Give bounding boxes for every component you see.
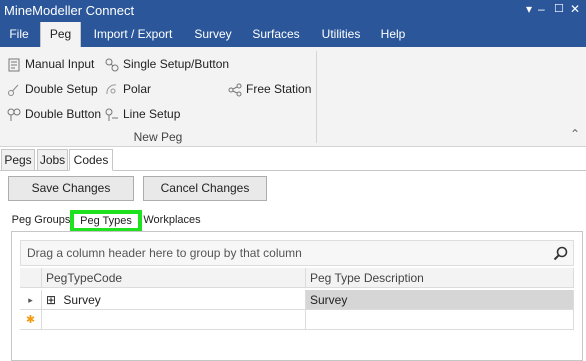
cancel-changes-button[interactable]: Cancel Changes: [143, 176, 267, 201]
tab-pegs[interactable]: Pegs: [1, 149, 35, 171]
new-row[interactable]: ✱: [20, 310, 574, 330]
double-setup-label: Double Setup: [25, 82, 98, 96]
single-setup-button[interactable]: Single Setup/Button: [104, 54, 229, 74]
window-title: MineModeller Connect: [4, 3, 135, 18]
grid-header-row: PegTypeCode Peg Type Description: [20, 268, 574, 288]
ribbon: Manual Input Single Setup/Button Double …: [0, 47, 586, 147]
free-station-icon: [227, 82, 243, 98]
cell-code-text: Survey: [63, 293, 101, 307]
collapse-ribbon-icon[interactable]: ⌃: [570, 127, 580, 141]
cell-description[interactable]: Survey: [306, 290, 574, 310]
tab-peg-groups[interactable]: Peg Groups: [10, 210, 72, 232]
new-cell-code[interactable]: [42, 310, 306, 330]
polar-label: Polar: [123, 82, 152, 96]
pin-icon[interactable]: ▾: [526, 2, 532, 16]
top-tabs: Pegs Jobs Codes: [0, 149, 586, 171]
maximize-button[interactable]: ☐: [554, 2, 564, 15]
menu-file[interactable]: File: [0, 22, 38, 47]
sub-tabs: Peg Groups Peg Types Workplaces: [0, 210, 586, 232]
search-icon[interactable]: [553, 246, 569, 270]
minimize-button[interactable]: –: [538, 2, 545, 16]
menu-help[interactable]: Help: [372, 22, 414, 47]
polar-icon: [104, 82, 120, 98]
save-changes-button[interactable]: Save Changes: [8, 176, 134, 201]
line-setup-label: Line Setup: [123, 107, 181, 121]
menu-survey[interactable]: Survey: [184, 22, 242, 47]
title-bar: MineModeller Connect ▾ – ☐ ✕: [0, 0, 586, 22]
double-button-label: Double Button: [25, 107, 102, 121]
double-setup-button[interactable]: Double Setup: [6, 79, 98, 99]
survey-node-icon: [104, 57, 120, 73]
row-indicator-header: [20, 268, 42, 288]
tab-workplaces[interactable]: Workplaces: [142, 210, 202, 232]
menu-bar: File Peg Import / Export Survey Surfaces…: [0, 22, 586, 47]
menu-utilities[interactable]: Utilities: [312, 22, 370, 47]
free-station-button[interactable]: Free Station: [227, 79, 311, 99]
column-header-code[interactable]: PegTypeCode: [42, 268, 306, 288]
polar-button[interactable]: Polar: [104, 79, 151, 99]
ribbon-group-label: New Peg: [133, 130, 183, 144]
expand-icon[interactable]: ⊞: [46, 293, 56, 307]
single-setup-label: Single Setup/Button: [123, 57, 230, 71]
group-panel[interactable]: Drag a column header here to group by th…: [20, 240, 574, 266]
tab-jobs[interactable]: Jobs: [37, 149, 68, 171]
manual-input-button[interactable]: Manual Input: [6, 54, 94, 74]
new-row-icon: ✱: [20, 310, 42, 330]
notepad-icon: [6, 57, 22, 73]
double-setup-icon: [6, 82, 22, 98]
menu-peg[interactable]: Peg: [40, 22, 81, 47]
double-button-button[interactable]: Double Button: [6, 104, 101, 124]
group-hint: Drag a column header here to group by th…: [27, 246, 302, 260]
ribbon-separator: [316, 51, 317, 143]
tab-peg-types[interactable]: Peg Types: [70, 210, 142, 232]
line-setup-icon: [104, 107, 120, 123]
free-station-label: Free Station: [246, 82, 312, 96]
menu-import-export[interactable]: Import / Export: [84, 22, 182, 47]
close-button[interactable]: ✕: [570, 2, 580, 16]
table-row[interactable]: ▸ ⊞ Survey Survey: [20, 290, 574, 310]
double-button-icon: [6, 107, 22, 123]
new-cell-description[interactable]: [306, 310, 574, 330]
peg-types-grid: Drag a column header here to group by th…: [11, 231, 583, 361]
cell-code[interactable]: ⊞ Survey: [42, 290, 306, 310]
menu-surfaces[interactable]: Surfaces: [244, 22, 308, 47]
manual-input-label: Manual Input: [25, 57, 95, 71]
column-header-description[interactable]: Peg Type Description: [306, 268, 574, 288]
tab-codes[interactable]: Codes: [69, 149, 113, 171]
line-setup-button[interactable]: Line Setup: [104, 104, 180, 124]
row-marker: ▸: [20, 290, 42, 310]
